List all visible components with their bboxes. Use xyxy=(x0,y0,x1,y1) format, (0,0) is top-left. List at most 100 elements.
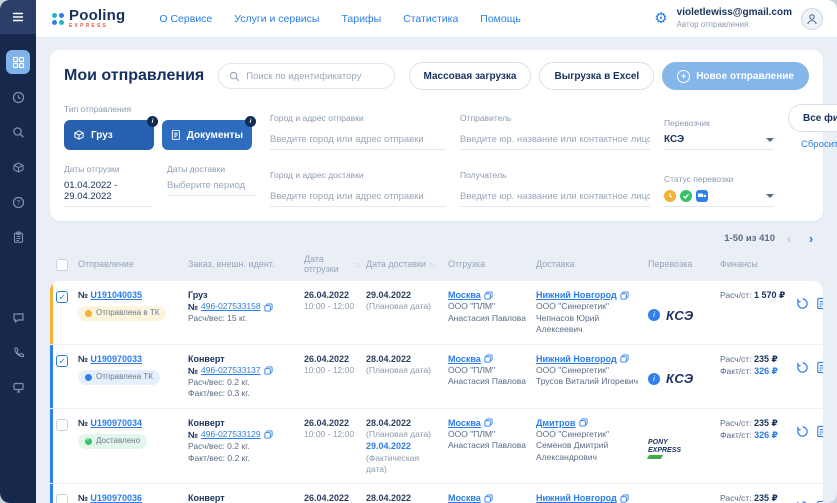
sort-icon[interactable] xyxy=(429,260,435,269)
tracking-icon[interactable] xyxy=(796,425,809,476)
user-info[interactable]: violetlewiss@gmail.com Автор отправления xyxy=(677,7,792,30)
status-select[interactable] xyxy=(664,190,774,207)
receiver-input[interactable] xyxy=(460,191,650,207)
row-accent xyxy=(50,344,53,408)
shipment-id-link[interactable]: U190970033 xyxy=(90,354,142,364)
table-row[interactable]: № U190970034 Доставлено Конверт № 496-02… xyxy=(50,408,823,485)
sidebar-item-cargo[interactable] xyxy=(6,155,30,179)
nav-help[interactable]: Помощь xyxy=(480,13,521,25)
destination-city-link[interactable]: Нижний Новгород xyxy=(536,289,617,301)
carrier-select[interactable]: КСЭ xyxy=(664,134,774,150)
new-shipment-button[interactable]: Новое отправление xyxy=(662,62,809,90)
origin-city-link[interactable]: Москва xyxy=(448,417,481,429)
destination-input[interactable] xyxy=(270,191,446,207)
table-row[interactable]: № U191040035 Отправлена в ТК Груз № 496-… xyxy=(50,281,823,345)
destination-city-link[interactable]: Нижний Новгород xyxy=(536,492,617,503)
table-row[interactable]: № U190970033 Отправлена ТК Конверт № 496… xyxy=(50,344,823,409)
all-filters-button[interactable]: Все фильтры xyxy=(788,104,837,132)
excel-export-button[interactable]: Выгрузка в Excel xyxy=(539,62,655,90)
ship-dates-value[interactable]: 01.04.2022 - 29.04.2022 xyxy=(64,180,153,207)
nav-services[interactable]: Услуги и сервисы xyxy=(234,13,319,25)
status-dot-icon xyxy=(85,373,92,381)
filter-ship-dates: Даты отгрузки 01.04.2022 - 29.04.2022 xyxy=(64,164,153,207)
copy-icon[interactable] xyxy=(484,291,493,300)
origin-city-link[interactable]: Москва xyxy=(448,289,481,301)
filter-receiver: Получатель xyxy=(460,170,650,207)
status-badge: Отправлена в ТК xyxy=(78,306,167,322)
sidebar-item-support[interactable] xyxy=(6,375,30,399)
brand-logo[interactable]: Pooling EXPRESS xyxy=(52,8,125,29)
sidebar-item-help[interactable]: ? xyxy=(6,190,30,214)
hamburger-menu-icon[interactable] xyxy=(0,0,36,34)
sort-icon[interactable] xyxy=(355,260,361,269)
tracking-icon[interactable] xyxy=(796,297,809,336)
row-checkbox[interactable] xyxy=(56,354,68,367)
nav-statistics[interactable]: Статистика xyxy=(403,13,458,25)
sidebar-item-chat[interactable] xyxy=(6,305,30,329)
order-number-link[interactable]: 496-027533129 xyxy=(201,429,261,440)
destination-city-link[interactable]: Дмитров xyxy=(536,417,576,429)
shipment-id-link[interactable]: U190970034 xyxy=(90,418,142,428)
settings-gear-icon[interactable] xyxy=(654,11,667,26)
table-row[interactable]: № U190970036 Отправлена ТК Конверт № 496… xyxy=(50,484,823,503)
copy-icon[interactable] xyxy=(264,430,273,440)
row-accent xyxy=(50,408,53,484)
sidebar-item-status[interactable] xyxy=(6,85,30,109)
carrier-info-icon[interactable] xyxy=(648,373,660,386)
copy-icon[interactable] xyxy=(484,494,493,503)
avatar[interactable] xyxy=(801,7,823,30)
sidebar-item-search[interactable] xyxy=(6,120,30,144)
sender-input[interactable] xyxy=(460,134,650,150)
order-number-link[interactable]: 496-027533158 xyxy=(201,301,261,312)
shipment-id-link[interactable]: U191040035 xyxy=(90,290,142,300)
tracking-icon[interactable] xyxy=(796,361,809,400)
copy-icon[interactable] xyxy=(620,354,629,363)
pagination-next-icon[interactable] xyxy=(803,230,819,246)
sidebar-item-shipments[interactable] xyxy=(6,50,30,74)
status-dot-icon xyxy=(85,310,92,318)
bulk-upload-button[interactable]: Массовая загрузка xyxy=(408,62,532,90)
header-checkbox-cell xyxy=(56,254,78,274)
sidebar-item-phone[interactable] xyxy=(6,340,30,364)
col-carriage: Перевозка xyxy=(648,259,693,269)
info-icon[interactable] xyxy=(245,116,256,127)
status-transit-icon xyxy=(696,190,708,202)
type-cargo-button[interactable]: Груз xyxy=(64,116,158,150)
search-box[interactable] xyxy=(218,63,395,89)
pony-express-logo: PONY EXPRESS xyxy=(646,439,681,459)
row-checkbox[interactable] xyxy=(56,418,68,431)
copy-icon[interactable] xyxy=(578,418,588,427)
info-icon[interactable] xyxy=(147,116,158,127)
delivery-dates-value[interactable]: Выберите период xyxy=(167,180,256,196)
origin-input[interactable] xyxy=(270,134,446,150)
type-documents-button[interactable]: Документы xyxy=(162,116,256,150)
copy-icon[interactable] xyxy=(484,418,493,427)
nav-tariffs[interactable]: Тарифы xyxy=(341,13,381,25)
carrier-info-icon[interactable] xyxy=(648,309,660,322)
order-number-link[interactable]: 496-027533137 xyxy=(201,365,261,376)
origin-city-link[interactable]: Москва xyxy=(448,492,481,503)
search-input[interactable] xyxy=(246,70,384,82)
copy-icon[interactable] xyxy=(484,354,493,363)
sidebar-item-documents[interactable] xyxy=(6,225,30,249)
copy-icon[interactable] xyxy=(620,494,629,503)
col-shipment: Отправление xyxy=(78,259,134,269)
nav-about[interactable]: О Сервисе xyxy=(159,13,212,25)
document-icon[interactable] xyxy=(815,425,823,476)
kse-logo: КСЭ xyxy=(666,371,694,387)
copy-icon[interactable] xyxy=(620,291,629,300)
document-icon[interactable] xyxy=(815,361,823,400)
shipment-id-link[interactable]: U190970036 xyxy=(90,493,142,503)
filter-label: Тип отправления xyxy=(64,104,132,114)
copy-icon[interactable] xyxy=(264,303,273,312)
cargo-box-icon xyxy=(74,130,84,140)
reset-filters-link[interactable]: Сбросить фильтры xyxy=(801,139,837,150)
document-icon[interactable] xyxy=(815,297,823,336)
pagination-prev-icon[interactable] xyxy=(781,230,797,246)
copy-icon[interactable] xyxy=(264,366,273,375)
select-all-checkbox[interactable] xyxy=(56,259,68,271)
origin-city-link[interactable]: Москва xyxy=(448,353,481,365)
row-checkbox[interactable] xyxy=(56,494,68,503)
row-checkbox[interactable] xyxy=(56,291,68,303)
destination-city-link[interactable]: Нижний Новгород xyxy=(536,353,617,365)
